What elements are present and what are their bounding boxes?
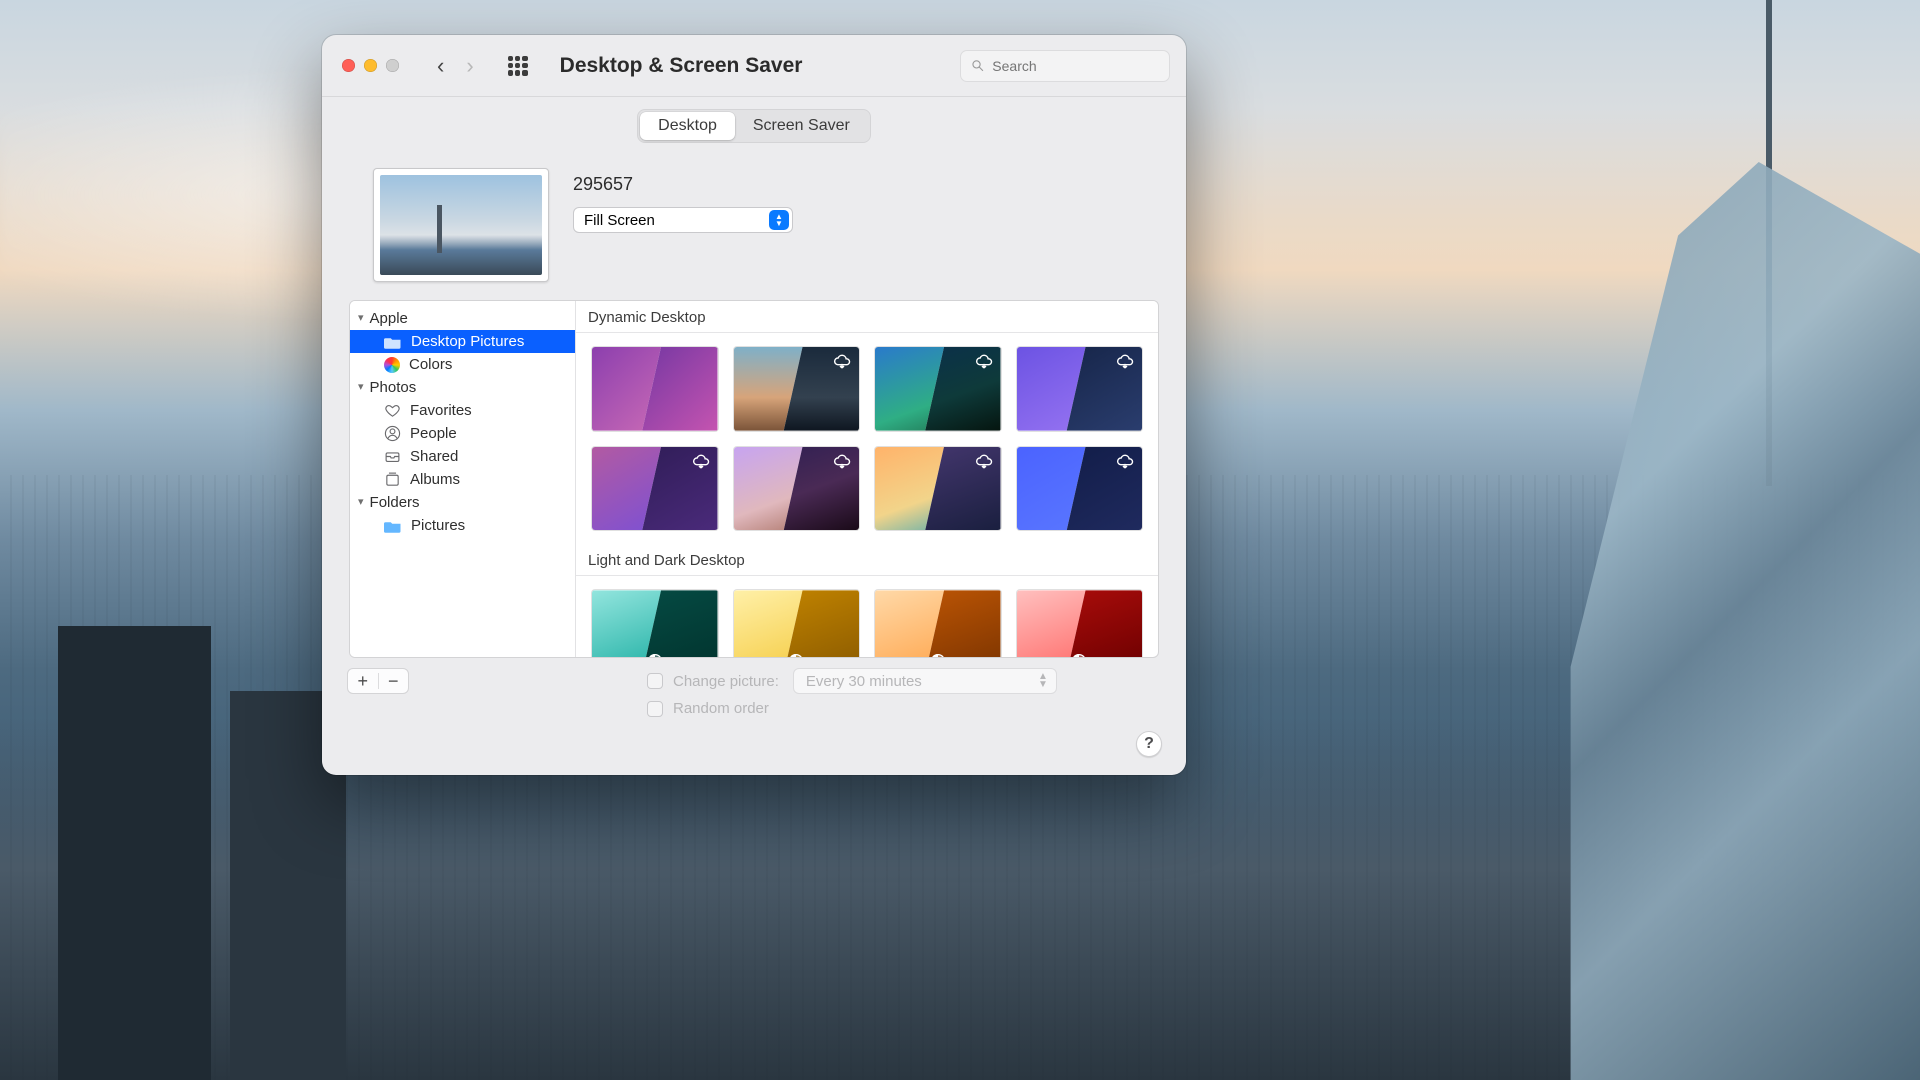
heart-icon xyxy=(384,402,401,419)
search-field[interactable] xyxy=(960,50,1170,82)
download-icon xyxy=(974,353,994,369)
download-icon xyxy=(832,353,852,369)
section-light-dark: Light and Dark Desktop xyxy=(576,544,1158,576)
change-picture-label: Change picture: xyxy=(673,673,779,690)
change-interval-value: Every 30 minutes xyxy=(806,673,922,690)
section-dynamic-desktop: Dynamic Desktop xyxy=(576,301,1158,333)
show-all-button[interactable] xyxy=(508,56,528,76)
sidebar-item-label: Shared xyxy=(410,448,458,465)
forward-button[interactable]: › xyxy=(466,55,473,77)
wallpaper-thumb[interactable] xyxy=(875,347,1001,431)
group-apple[interactable]: ▾ Apple xyxy=(350,307,575,330)
window-title: Desktop & Screen Saver xyxy=(560,54,803,78)
change-picture-checkbox[interactable] xyxy=(647,673,663,689)
search-input[interactable] xyxy=(992,58,1159,74)
download-icon xyxy=(1115,353,1135,369)
wallpaper-thumb[interactable] xyxy=(875,590,1001,657)
group-label: Folders xyxy=(370,494,420,511)
group-folders[interactable]: ▾ Folders xyxy=(350,491,575,514)
wallpaper-gallery[interactable]: Dynamic Desktop Light and Dark Desktop xyxy=(576,301,1158,657)
wallpaper-thumb[interactable] xyxy=(592,347,718,431)
back-button[interactable]: ‹ xyxy=(437,55,444,77)
sidebar-item-label: Favorites xyxy=(410,402,472,419)
sidebar-item-colors[interactable]: Colors xyxy=(350,353,575,376)
download-icon xyxy=(974,453,994,469)
wallpaper-thumb[interactable] xyxy=(592,447,718,531)
sidebar-item-desktop-pictures[interactable]: Desktop Pictures xyxy=(350,330,575,353)
person-icon xyxy=(384,425,401,442)
random-order-checkbox[interactable] xyxy=(647,701,663,717)
updown-icon: ▲▼ xyxy=(769,210,789,230)
background-building xyxy=(58,626,212,1080)
sidebar-item-people[interactable]: People xyxy=(350,422,575,445)
updown-icon: ▲▼ xyxy=(1038,673,1048,689)
download-icon xyxy=(1115,453,1135,469)
wallpaper-thumb[interactable] xyxy=(734,447,860,531)
albums-icon xyxy=(384,471,401,488)
sidebar-item-favorites[interactable]: Favorites xyxy=(350,399,575,422)
tab-screensaver[interactable]: Screen Saver xyxy=(735,112,868,140)
folder-icon xyxy=(384,335,402,349)
random-order-label: Random order xyxy=(673,700,769,717)
wallpaper-thumb[interactable] xyxy=(592,590,718,657)
chevron-down-icon: ▾ xyxy=(358,311,364,324)
sidebar-item-label: Desktop Pictures xyxy=(411,333,524,350)
titlebar: ‹ › Desktop & Screen Saver xyxy=(322,35,1186,97)
sidebar-item-label: Pictures xyxy=(411,517,465,534)
wallpaper-thumb[interactable] xyxy=(734,347,860,431)
sidebar-item-albums[interactable]: Albums xyxy=(350,468,575,491)
folder-icon xyxy=(384,519,402,533)
source-sidebar: ▾ Apple Desktop Pictures Colors xyxy=(350,301,576,657)
zoom-button[interactable] xyxy=(386,59,399,72)
sidebar-item-pictures[interactable]: Pictures xyxy=(350,514,575,537)
current-wallpaper-name: 295657 xyxy=(573,174,793,195)
preferences-window: ‹ › Desktop & Screen Saver Desktop Scree… xyxy=(322,35,1186,775)
wallpaper-thumb[interactable] xyxy=(1017,590,1143,657)
nav-arrows: ‹ › xyxy=(437,55,474,77)
remove-source-button[interactable]: − xyxy=(379,671,409,692)
wallpaper-thumb[interactable] xyxy=(875,447,1001,531)
download-icon xyxy=(832,453,852,469)
close-button[interactable] xyxy=(342,59,355,72)
chevron-down-icon: ▾ xyxy=(358,495,364,508)
wallpaper-thumb[interactable] xyxy=(734,590,860,657)
add-source-button[interactable]: + xyxy=(348,671,378,692)
sidebar-add-remove: + − xyxy=(347,668,409,694)
group-photos[interactable]: ▾ Photos xyxy=(350,376,575,399)
help-button[interactable]: ? xyxy=(1136,731,1162,757)
minimize-button[interactable] xyxy=(364,59,377,72)
window-controls xyxy=(342,59,399,72)
wallpaper-thumb[interactable] xyxy=(1017,347,1143,431)
group-label: Photos xyxy=(370,379,417,396)
group-label: Apple xyxy=(370,310,408,327)
sidebar-item-shared[interactable]: Shared xyxy=(350,445,575,468)
fit-mode-select[interactable]: Fill Screen ▲▼ xyxy=(573,207,793,233)
tab-bar: Desktop Screen Saver xyxy=(637,109,871,143)
sidebar-item-label: Colors xyxy=(409,356,452,373)
color-wheel-icon xyxy=(384,357,400,373)
sidebar-item-label: Albums xyxy=(410,471,460,488)
current-wallpaper-preview xyxy=(373,168,549,282)
inbox-icon xyxy=(384,448,401,465)
change-interval-select[interactable]: Every 30 minutes ▲▼ xyxy=(793,668,1057,694)
tab-desktop[interactable]: Desktop xyxy=(640,112,735,140)
search-icon xyxy=(971,58,984,73)
download-icon xyxy=(691,453,711,469)
wallpaper-thumb[interactable] xyxy=(1017,447,1143,531)
sidebar-item-label: People xyxy=(410,425,457,442)
chevron-down-icon: ▾ xyxy=(358,380,364,393)
fit-mode-value: Fill Screen xyxy=(584,212,655,229)
